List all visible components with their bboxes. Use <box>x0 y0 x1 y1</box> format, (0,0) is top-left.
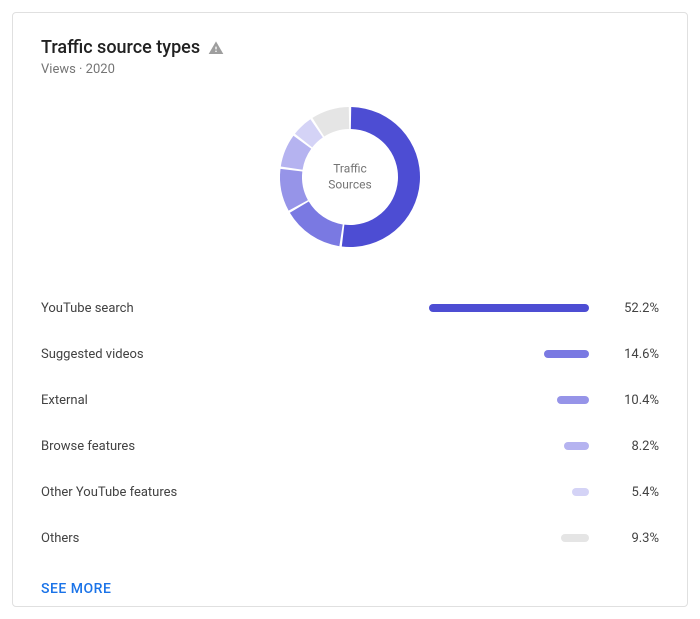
source-row: YouTube search 52.2% <box>41 285 659 331</box>
source-list: YouTube search 52.2% Suggested videos 14.6%… <box>41 285 659 561</box>
source-bar <box>544 350 589 358</box>
source-value: 8.2% <box>605 439 659 454</box>
source-value: 14.6% <box>605 347 659 362</box>
donut-center-label: Traffic Sources <box>328 161 371 192</box>
source-bar-area <box>261 488 605 496</box>
source-label: Others <box>41 531 261 546</box>
card-subtitle: Views · 2020 <box>41 62 659 77</box>
source-value: 5.4% <box>605 485 659 500</box>
source-label: Suggested videos <box>41 347 261 362</box>
source-bar-area <box>261 442 605 450</box>
donut-slice <box>280 169 308 211</box>
source-row: Other YouTube features 5.4% <box>41 469 659 515</box>
source-bar-area <box>261 304 605 312</box>
source-label: Other YouTube features <box>41 485 261 500</box>
source-row: Browse features 8.2% <box>41 423 659 469</box>
source-value: 10.4% <box>605 393 659 408</box>
source-bar <box>561 534 590 542</box>
source-label: Browse features <box>41 439 261 454</box>
donut-center-line1: Traffic <box>328 161 371 177</box>
source-bar <box>564 442 589 450</box>
source-bar-area <box>261 396 605 404</box>
see-more-button[interactable]: SEE MORE <box>41 581 659 597</box>
traffic-sources-card: Traffic source types Views · 2020 Traffi… <box>12 12 688 607</box>
source-row: External 10.4% <box>41 377 659 423</box>
donut-chart: Traffic Sources <box>41 97 659 257</box>
donut-slice <box>290 202 343 247</box>
warning-icon <box>208 40 224 56</box>
source-row: Others 9.3% <box>41 515 659 561</box>
source-value: 52.2% <box>605 301 659 316</box>
source-bar <box>429 304 589 312</box>
source-label: YouTube search <box>41 301 261 316</box>
source-label: External <box>41 393 261 408</box>
donut-center-line2: Sources <box>328 177 371 193</box>
source-bar-area <box>261 534 605 542</box>
source-value: 9.3% <box>605 531 659 546</box>
card-header: Traffic source types <box>41 37 659 58</box>
card-title: Traffic source types <box>41 37 200 58</box>
source-row: Suggested videos 14.6% <box>41 331 659 377</box>
source-bar <box>557 396 589 404</box>
source-bar-area <box>261 350 605 358</box>
source-bar <box>572 488 589 496</box>
